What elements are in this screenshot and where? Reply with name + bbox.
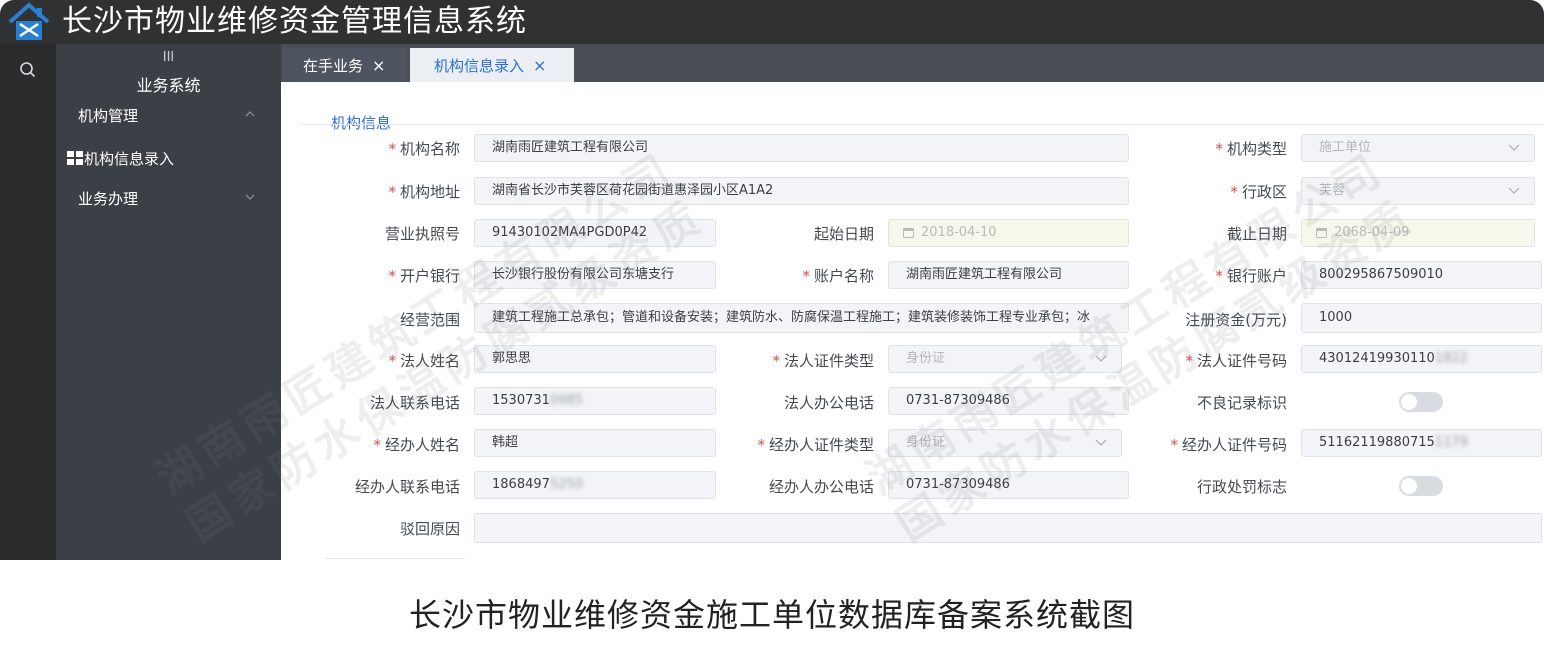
legal-id-no-input[interactable]: 430124199301101822	[1301, 345, 1542, 373]
tab-label: 在手业务	[303, 56, 364, 75]
bank-input[interactable]: 长沙银行股份有限公司东塘支行	[474, 261, 716, 289]
legal-phone-label: 法人联系电话	[369, 394, 460, 412]
menu-label: 机构管理	[78, 106, 139, 125]
calendar-icon	[903, 228, 914, 238]
reject-reason-label: 驳回原因	[399, 520, 460, 538]
tab-label: 机构信息录入	[434, 56, 525, 75]
reg-capital-input[interactable]: 1000	[1301, 303, 1542, 333]
close-icon[interactable]: ×	[533, 56, 546, 75]
toggle-knob	[1401, 478, 1417, 494]
district-select[interactable]: 芙蓉	[1301, 177, 1535, 205]
main-content: 机构信息 * 机构名称 湖南雨匠建筑工程有限公司 * 机构类型 施工单位 * 机构地址…	[148, 82, 1544, 560]
agent-office-phone-label: 经办人办公电话	[768, 478, 874, 496]
bank-account-input[interactable]: 800295867509010	[1301, 261, 1542, 289]
legal-office-phone-label: 法人办公电话	[783, 394, 874, 412]
start-date-picker[interactable]: 2018-04-10	[888, 219, 1129, 247]
reject-reason-input[interactable]	[474, 513, 1542, 543]
agent-phone-input[interactable]: 18684975250	[474, 471, 716, 499]
agent-name-label: * 经办人姓名	[373, 436, 460, 454]
legal-office-phone-input[interactable]: 0731-87309486	[888, 387, 1129, 415]
menu-business[interactable]: 业务办理	[56, 181, 281, 215]
org-name-input[interactable]: 湖南雨匠建筑工程有限公司	[474, 134, 1129, 162]
chevron-down-icon	[245, 194, 255, 200]
bank-account-label: * 银行账户	[1215, 267, 1287, 285]
end-date-label: 截止日期	[1226, 225, 1287, 243]
legal-id-type-select[interactable]: 身份证	[888, 345, 1122, 373]
close-icon[interactable]: ×	[372, 56, 385, 75]
account-name-label: * 账户名称	[802, 267, 874, 285]
chevron-down-icon	[1095, 439, 1107, 446]
tab-in-hand-business[interactable]: 在手业务 ×	[283, 48, 407, 82]
legal-name-label: * 法人姓名	[388, 352, 460, 370]
business-scope-label: 经营范围	[399, 311, 460, 329]
search-icon[interactable]	[18, 60, 38, 80]
penalty-toggle[interactable]	[1399, 476, 1443, 496]
chevron-down-icon	[1508, 144, 1520, 151]
chevron-down-icon	[1095, 355, 1107, 362]
grid-icon	[67, 151, 83, 165]
icon-rail	[0, 44, 56, 560]
penalty-label: 行政处罚标志	[1196, 478, 1287, 496]
agent-id-type-label: * 经办人证件类型	[757, 436, 874, 454]
org-name-label: * 机构名称	[388, 140, 460, 158]
org-address-label: * 机构地址	[388, 183, 460, 201]
title-bar: 长沙市物业维修资金管理信息系统	[0, 0, 1544, 44]
section-footer-line	[325, 558, 465, 559]
district-label: * 行政区	[1230, 183, 1287, 201]
app-window: 长沙市物业维修资金管理信息系统 III 业务系统 机构管理 机构信息录入 业务办…	[0, 0, 1544, 560]
legal-id-no-label: * 法人证件号码	[1185, 352, 1287, 370]
chevron-up-icon	[245, 111, 255, 117]
chevron-down-icon	[1508, 187, 1520, 194]
menu-label: 机构信息录入	[84, 149, 175, 168]
agent-id-no-input[interactable]: 511621198807151179	[1301, 429, 1542, 457]
account-name-input[interactable]: 湖南雨匠建筑工程有限公司	[888, 261, 1129, 289]
section-title: 机构信息	[331, 114, 392, 132]
tab-org-info-entry[interactable]: 机构信息录入 ×	[410, 48, 574, 82]
legal-id-type-label: * 法人证件类型	[772, 352, 874, 370]
org-address-input[interactable]: 湖南省长沙市芙蓉区荷花园街道惠泽园小区A1A2	[474, 177, 1129, 205]
reg-capital-label: 注册资金(万元)	[1185, 311, 1287, 329]
org-type-label: * 机构类型	[1215, 140, 1287, 158]
system-title: 业务系统	[136, 76, 201, 95]
agent-phone-label: 经办人联系电话	[354, 478, 460, 496]
toggle-knob	[1401, 394, 1417, 410]
org-type-select[interactable]: 施工单位	[1301, 134, 1535, 162]
license-no-input[interactable]: 91430102MA4PGD0P42	[474, 219, 716, 247]
agent-id-type-select[interactable]: 身份证	[888, 429, 1122, 457]
menu-label: 业务办理	[78, 189, 139, 208]
app-title: 长沙市物业维修资金管理信息系统	[62, 4, 527, 39]
bad-record-toggle[interactable]	[1399, 392, 1443, 412]
calendar-icon	[1316, 228, 1327, 238]
legal-phone-input[interactable]: 15307310985	[474, 387, 716, 415]
collapse-menu-button[interactable]: III	[56, 50, 281, 65]
section-divider	[301, 124, 1544, 125]
business-scope-input[interactable]: 建筑工程施工总承包；管道和设备安装；建筑防水、防腐保温工程施工；建筑装修装饰工程…	[474, 303, 1129, 333]
agent-name-input[interactable]: 韩超	[474, 429, 716, 457]
menu-org-info-entry[interactable]: 机构信息录入	[56, 141, 281, 175]
sidebar: III 业务系统 机构管理 机构信息录入 业务办理	[56, 44, 281, 560]
caption: 长沙市物业维修资金施工单位数据库备案系统截图	[408, 596, 1135, 634]
menu-org-management[interactable]: 机构管理	[56, 98, 281, 132]
agent-id-no-label: * 经办人证件号码	[1170, 436, 1287, 454]
agent-office-phone-input[interactable]: 0731-87309486	[888, 471, 1129, 499]
start-date-label: 起始日期	[813, 225, 874, 243]
end-date-picker[interactable]: 2068-04-09	[1301, 219, 1535, 247]
legal-name-input[interactable]: 郭思思	[474, 345, 716, 373]
license-no-label: 营业执照号	[384, 225, 460, 243]
house-tools-logo-icon	[8, 2, 50, 40]
tab-bar: 在手业务 × 机构信息录入 ×	[281, 44, 1544, 82]
bank-label: * 开户银行	[388, 267, 460, 285]
bad-record-label: 不良记录标识	[1196, 394, 1287, 412]
